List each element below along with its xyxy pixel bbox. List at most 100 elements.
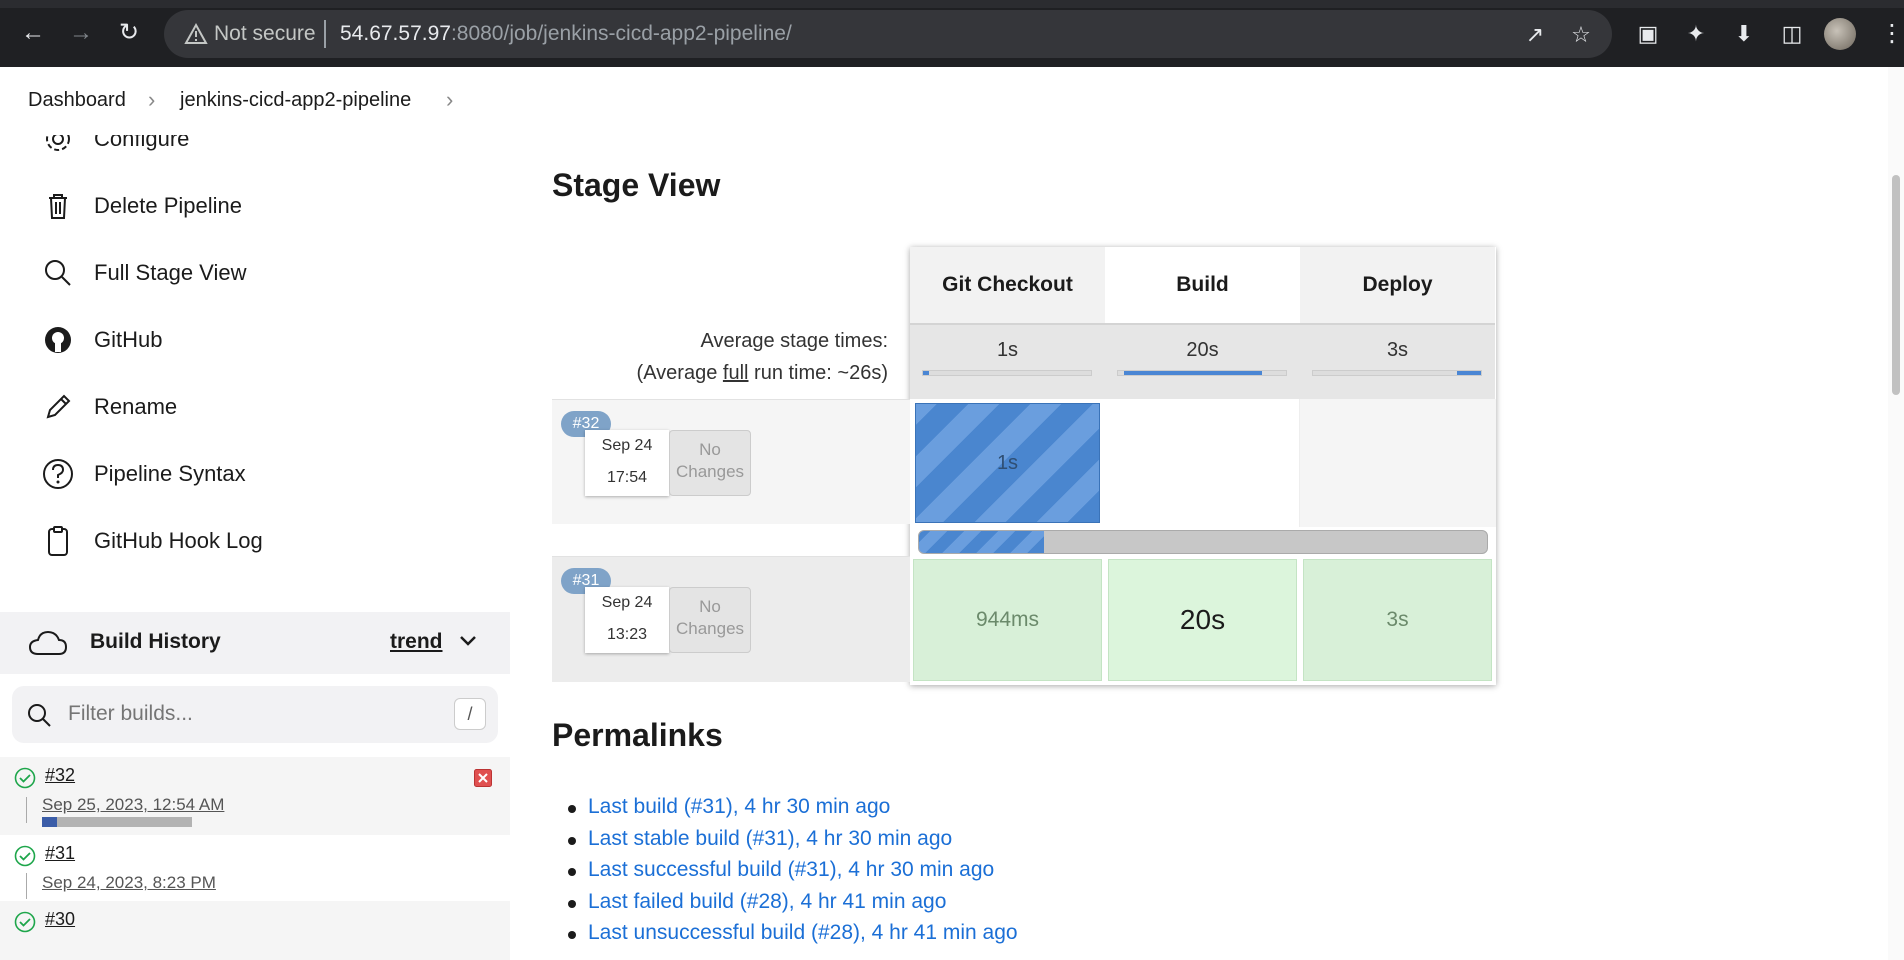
run-date-card: Sep 24 17:54 bbox=[585, 430, 669, 496]
build-row[interactable]: #31 Sep 24, 2023, 8:23 PM bbox=[0, 835, 510, 901]
permalink-last-build[interactable]: Last build (#31), 4 hr 30 min ago bbox=[588, 795, 890, 818]
avatar[interactable] bbox=[1824, 18, 1856, 50]
avg-time-cell: 1s bbox=[910, 323, 1105, 399]
sidebar-item-configure[interactable]: Configure bbox=[40, 135, 189, 159]
puzzle-icon[interactable]: ✦ bbox=[1682, 20, 1710, 48]
build-date-link[interactable]: Sep 25, 2023, 12:54 AM bbox=[42, 795, 224, 815]
avg-time-bar bbox=[1117, 370, 1287, 376]
run-date-card: Sep 24 13:23 bbox=[585, 587, 669, 653]
run-row-31[interactable]: #31 Sep 24 13:23 No Changes bbox=[552, 556, 910, 682]
average-stage-times-label: Average stage times: (Average full run t… bbox=[552, 325, 888, 389]
trend-link[interactable]: trend bbox=[390, 630, 443, 654]
permalink-item[interactable]: Last failed build (#28), 4 hr 41 min ago bbox=[568, 890, 1018, 922]
timeline-line bbox=[26, 873, 27, 899]
build-number-link[interactable]: #30 bbox=[45, 909, 75, 930]
stage-cell-success[interactable]: 3s bbox=[1303, 559, 1492, 681]
search-icon bbox=[40, 255, 76, 291]
sidebar-item-rename[interactable]: Rename bbox=[40, 387, 177, 427]
stage-header-deploy: Deploy bbox=[1300, 247, 1495, 323]
back-icon[interactable]: ← bbox=[18, 18, 48, 48]
gear-icon bbox=[40, 135, 76, 157]
cloud-icon bbox=[28, 630, 68, 655]
build-date-link[interactable]: Sep 24, 2023, 8:23 PM bbox=[42, 873, 216, 893]
breadcrumb-dashboard[interactable]: Dashboard bbox=[28, 89, 126, 112]
run-time: 17:54 bbox=[606, 469, 648, 486]
browser-toolbar: ← → ↻ Not secure 54.67.57.97:8080/job/je… bbox=[0, 0, 1904, 67]
security-label[interactable]: Not secure bbox=[214, 22, 316, 46]
stage-cell-empty bbox=[1105, 399, 1300, 527]
menu-icon[interactable]: ⋮ bbox=[1880, 18, 1904, 50]
sidebar-item-github-hook-log[interactable]: GitHub Hook Log bbox=[40, 521, 263, 561]
sidebar-item-delete-pipeline[interactable]: Delete Pipeline bbox=[40, 186, 242, 226]
sidebar-item-full-stage-view[interactable]: Full Stage View bbox=[40, 253, 246, 293]
filter-builds-input[interactable] bbox=[68, 696, 428, 732]
address-bar[interactable]: Not secure 54.67.57.97:8080/job/jenkins-… bbox=[164, 10, 1612, 58]
cancel-build-icon[interactable] bbox=[474, 769, 492, 787]
avg-label-post: run time: ~26s) bbox=[748, 362, 888, 384]
tab-strip bbox=[0, 0, 1904, 8]
clipboard-icon bbox=[40, 523, 76, 559]
pencil-icon bbox=[40, 389, 76, 425]
search-icon bbox=[28, 704, 51, 727]
help-icon bbox=[40, 456, 76, 492]
permalink-last-unsuccessful[interactable]: Last unsuccessful build (#28), 4 hr 41 m… bbox=[588, 921, 1018, 944]
reload-icon[interactable]: ↻ bbox=[114, 18, 144, 48]
divider bbox=[324, 20, 326, 48]
chevron-down-icon[interactable] bbox=[456, 628, 480, 652]
sidebar-item-label: GitHub bbox=[94, 327, 163, 352]
chevron-right-icon[interactable]: › bbox=[446, 87, 453, 113]
scrollbar[interactable] bbox=[1888, 67, 1904, 960]
permalinks-list: Last build (#31), 4 hr 30 min ago Last s… bbox=[568, 795, 1018, 953]
sidebar-item-label: Rename bbox=[94, 394, 178, 419]
permalink-item[interactable]: Last unsuccessful build (#28), 4 hr 41 m… bbox=[568, 921, 1018, 953]
sidebar-item-label: Delete Pipeline bbox=[94, 193, 242, 218]
share-icon[interactable]: ↗ bbox=[1522, 22, 1548, 48]
sidebar: Configure Delete Pipeline Full Stage Vie… bbox=[0, 135, 510, 960]
permalinks-title: Permalinks bbox=[552, 717, 723, 753]
sidebar-item-label: GitHub Hook Log bbox=[94, 528, 263, 553]
run-time: 13:23 bbox=[606, 626, 648, 643]
avg-time-bar bbox=[922, 370, 1092, 376]
sidebar-item-pipeline-syntax[interactable]: Pipeline Syntax bbox=[40, 454, 246, 494]
avg-bar-fill bbox=[1124, 371, 1262, 375]
build-number-link[interactable]: #32 bbox=[45, 765, 75, 786]
stage-view-title: Stage View bbox=[552, 167, 721, 203]
warning-icon bbox=[184, 22, 208, 44]
success-check-icon bbox=[14, 845, 36, 867]
sidebar-item-label: Full Stage View bbox=[94, 260, 247, 285]
run-row-32[interactable]: #32 Sep 24 17:54 No Changes bbox=[552, 399, 910, 524]
url-text[interactable]: 54.67.57.97:8080/job/jenkins-cicd-app2-p… bbox=[340, 22, 792, 46]
forward-icon[interactable]: → bbox=[66, 18, 96, 48]
permalink-last-successful[interactable]: Last successful build (#31), 4 hr 30 min… bbox=[588, 858, 994, 881]
permalink-last-failed[interactable]: Last failed build (#28), 4 hr 41 min ago bbox=[588, 890, 946, 913]
full-run-link[interactable]: full bbox=[723, 362, 749, 384]
download-icon[interactable]: ⬇ bbox=[1730, 20, 1758, 48]
scrollbar-thumb[interactable] bbox=[1892, 175, 1900, 395]
breadcrumb-job[interactable]: jenkins-cicd-app2-pipeline bbox=[180, 89, 411, 112]
permalink-item[interactable]: Last build (#31), 4 hr 30 min ago bbox=[568, 795, 1018, 827]
avg-time-cell: 3s bbox=[1300, 323, 1495, 399]
stage-cell-success[interactable]: 20s bbox=[1108, 559, 1297, 681]
stage-cell-success[interactable]: 944ms bbox=[913, 559, 1102, 681]
extension-icon[interactable]: ▣ bbox=[1634, 20, 1662, 48]
build-row[interactable]: #32 Sep 25, 2023, 12:54 AM bbox=[0, 757, 510, 835]
permalink-last-stable[interactable]: Last stable build (#31), 4 hr 30 min ago bbox=[588, 827, 952, 850]
permalink-item[interactable]: Last successful build (#31), 4 hr 30 min… bbox=[568, 858, 1018, 890]
chevron-right-icon: › bbox=[148, 87, 156, 112]
timeline-line bbox=[26, 797, 27, 823]
shortcut-hint: / bbox=[454, 698, 486, 730]
star-icon[interactable]: ☆ bbox=[1568, 22, 1594, 48]
success-check-icon bbox=[14, 911, 36, 933]
build-row[interactable]: #30 bbox=[0, 901, 510, 960]
avg-bar-fill bbox=[923, 371, 929, 375]
build-number-link[interactable]: #31 bbox=[45, 843, 75, 864]
build-progress-fill bbox=[42, 817, 57, 827]
stage-header-build: Build bbox=[1105, 247, 1300, 323]
permalink-item[interactable]: Last stable build (#31), 4 hr 30 min ago bbox=[568, 827, 1018, 859]
changes-box: No Changes bbox=[669, 430, 751, 496]
url-host: 54.67.57.97 bbox=[340, 22, 451, 45]
stage-cell-running[interactable]: 1s bbox=[915, 403, 1100, 523]
sidebar-item-github[interactable]: GitHub bbox=[40, 320, 162, 360]
run-progress-fill bbox=[919, 531, 1044, 553]
side-panel-icon[interactable]: ◫ bbox=[1778, 20, 1806, 48]
